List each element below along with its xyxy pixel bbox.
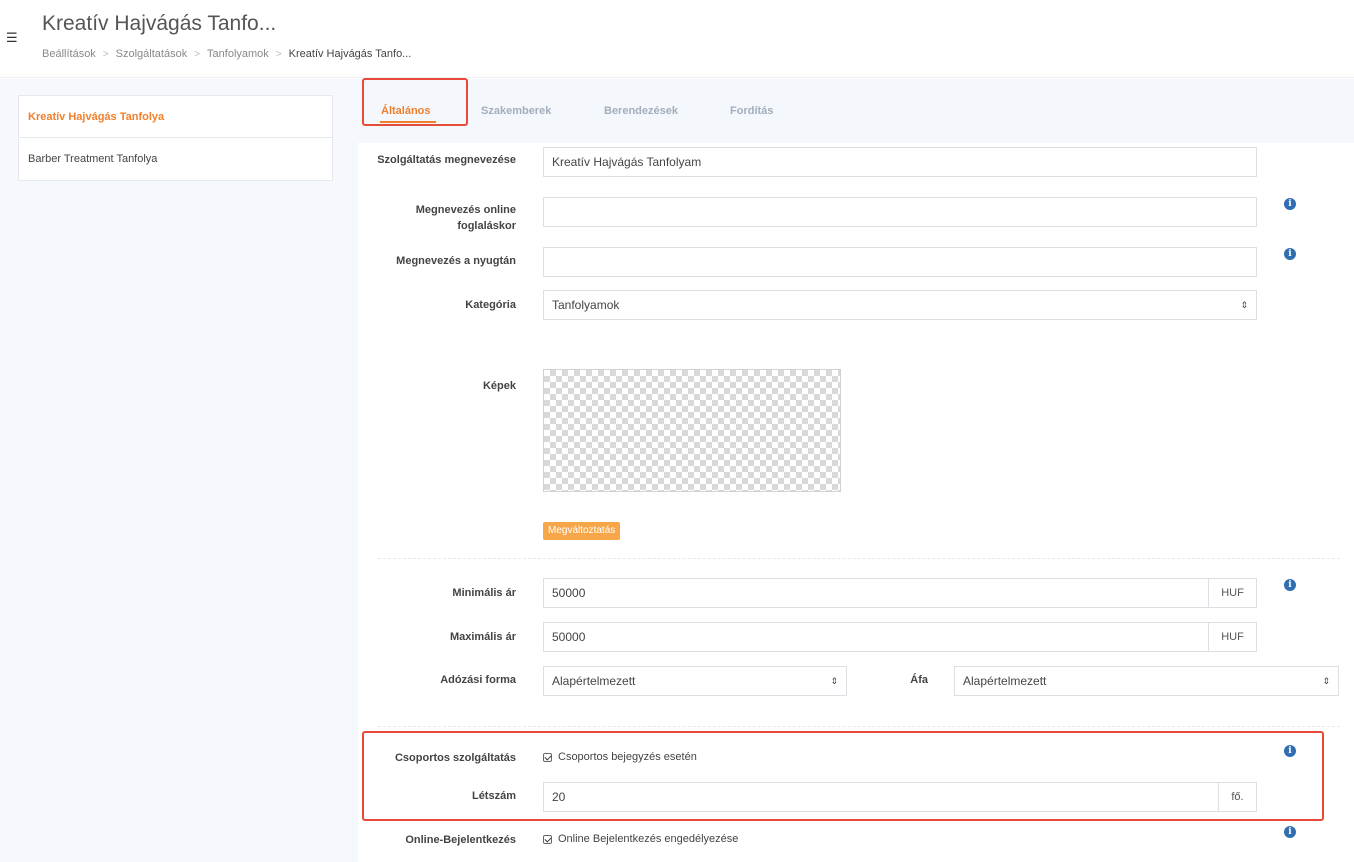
online-booking-label: Online-Bejelentkezés — [405, 834, 516, 846]
tab-equipment[interactable]: Berendezések — [604, 105, 678, 117]
service-name-input[interactable]: Kreatív Hajvágás Tanfolyam — [543, 147, 1257, 177]
group-service-info-icon[interactable]: i — [1284, 745, 1296, 757]
images-label: Képek — [482, 380, 516, 392]
top-bar: ☰ Kreatív Hajvágás Tanfo... Beállítások … — [0, 0, 1354, 78]
group-service-checkbox[interactable] — [543, 752, 552, 762]
headcount-unit: fő. — [1218, 782, 1257, 812]
receipt-name-info-icon[interactable]: i — [1284, 248, 1296, 260]
receipt-name-input[interactable] — [543, 247, 1257, 277]
min-price-currency: HUF — [1208, 578, 1257, 608]
select-caret-icon: ⇕ — [830, 676, 838, 686]
online-name-input[interactable] — [543, 197, 1257, 227]
service-list-item-kreativ[interactable]: Kreatív Hajvágás Tanfolya — [19, 96, 332, 138]
online-name-label: Megnevezés online foglaláskor — [415, 204, 516, 232]
tab-general[interactable]: Általános — [381, 105, 431, 117]
group-service-checkbox-label: Csoportos bejegyzés esetén — [558, 751, 697, 763]
headcount-input[interactable]: 20 — [543, 782, 1219, 812]
breadcrumb-courses[interactable]: Tanfolyamok — [207, 48, 269, 60]
breadcrumb: Beállítások > Szolgáltatások > Tanfolyam… — [42, 48, 411, 60]
image-placeholder[interactable] — [543, 369, 841, 492]
online-booking-checkbox[interactable] — [543, 834, 552, 844]
select-caret-icon: ⇕ — [1240, 300, 1248, 310]
breadcrumb-current: Kreatív Hajvágás Tanfo... — [288, 48, 412, 60]
online-booking-checkbox-row[interactable]: Online Bejelentkezés engedélyezése — [543, 833, 738, 845]
vat-select[interactable]: Alapértelmezett ⇕ — [954, 666, 1339, 696]
max-price-input[interactable]: 50000 — [543, 622, 1209, 652]
sidebar-panel — [0, 79, 358, 862]
min-price-input[interactable]: 50000 — [543, 578, 1209, 608]
receipt-name-label: Megnevezés a nyugtán — [396, 255, 516, 267]
tax-form-select[interactable]: Alapértelmezett ⇕ — [543, 666, 847, 696]
max-price-label: Maximális ár — [449, 631, 516, 643]
service-list-item-barber[interactable]: Barber Treatment Tanfolya — [19, 138, 332, 180]
min-price-label: Minimális ár — [452, 587, 516, 599]
online-booking-checkbox-label: Online Bejelentkezés engedélyezése — [558, 833, 739, 845]
online-booking-info-icon[interactable]: i — [1284, 826, 1296, 838]
service-name-label: Szolgáltatás megnevezése — [377, 154, 516, 166]
online-name-info-icon[interactable]: i — [1284, 198, 1296, 210]
price-info-icon[interactable]: i — [1284, 579, 1296, 591]
hamburger-menu-icon[interactable]: ☰ — [6, 30, 18, 46]
max-price-currency: HUF — [1208, 622, 1257, 652]
change-image-button[interactable]: Megváltoztatás — [543, 522, 621, 540]
breadcrumb-separator-icon: > — [102, 48, 109, 60]
breadcrumb-settings[interactable]: Beállítások — [42, 48, 96, 60]
vat-label: Áfa — [910, 674, 928, 686]
tab-translation[interactable]: Fordítás — [730, 105, 773, 117]
headcount-label: Létszám — [471, 790, 516, 802]
page-title: Kreatív Hajvágás Tanfo... — [42, 12, 277, 35]
breadcrumb-services[interactable]: Szolgáltatások — [116, 48, 188, 60]
breadcrumb-separator-icon: > — [275, 48, 282, 60]
section-divider — [378, 726, 1340, 727]
category-select-value: Tanfolyamok — [552, 298, 620, 312]
category-label: Kategória — [465, 299, 516, 311]
active-tab-indicator — [380, 121, 436, 123]
breadcrumb-separator-icon: > — [194, 48, 201, 60]
tab-specialists[interactable]: Szakemberek — [481, 105, 551, 117]
group-service-label: Csoportos szolgáltatás — [394, 752, 516, 764]
category-select[interactable]: Tanfolyamok ⇕ — [543, 290, 1257, 320]
vat-select-value: Alapértelmezett — [963, 674, 1047, 688]
select-caret-icon: ⇕ — [1322, 676, 1330, 686]
tax-form-label: Adózási forma — [440, 674, 516, 686]
tax-form-select-value: Alapértelmezett — [552, 674, 636, 688]
section-divider — [378, 558, 1340, 559]
group-service-checkbox-row[interactable]: Csoportos bejegyzés esetén — [543, 751, 697, 763]
service-list: Kreatív Hajvágás Tanfolya Barber Treatme… — [18, 95, 333, 181]
